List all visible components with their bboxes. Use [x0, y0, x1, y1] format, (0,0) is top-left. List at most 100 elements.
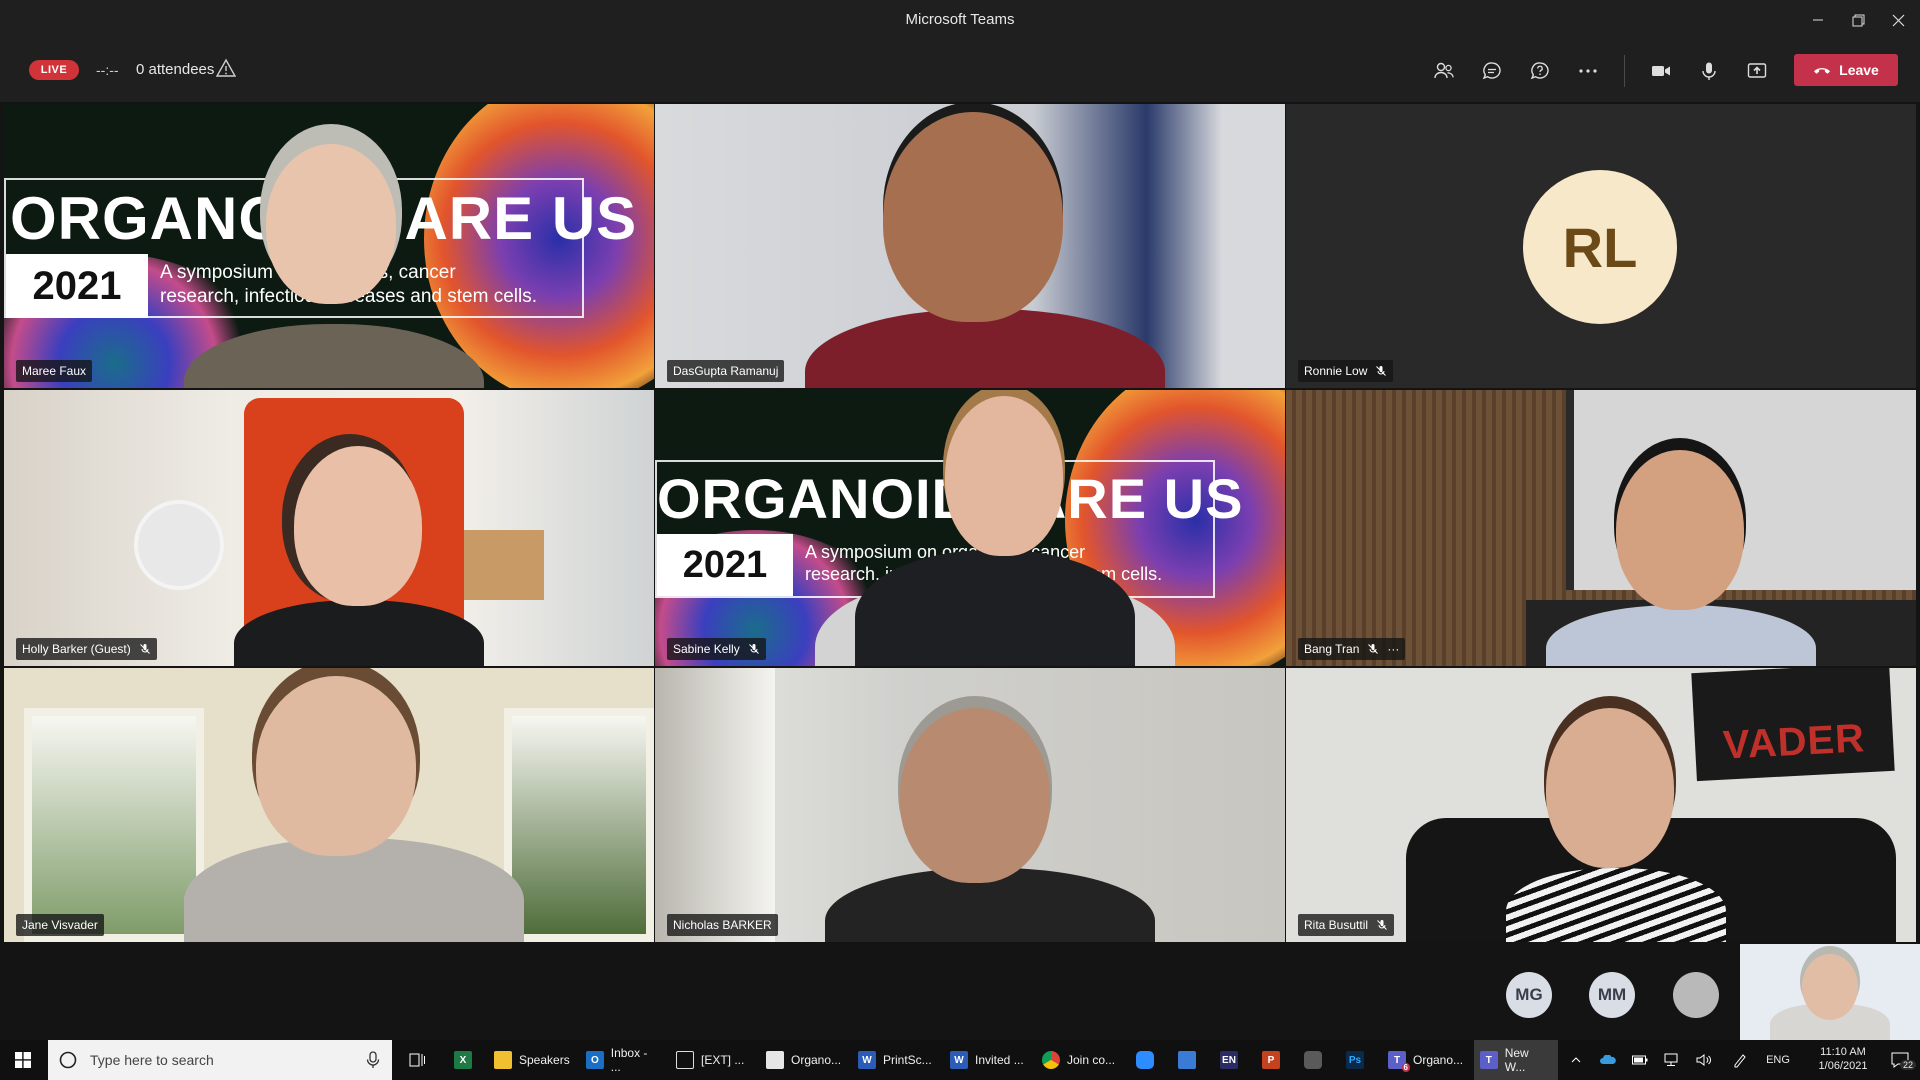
- search-placeholder: Type here to search: [90, 1052, 214, 1068]
- search-circle-icon: [59, 1051, 77, 1069]
- zoom-taskbar-button[interactable]: [1130, 1040, 1160, 1080]
- window: [504, 708, 654, 942]
- task-view-button[interactable]: [402, 1040, 432, 1080]
- taskbar-app-label: [EXT] ...: [701, 1053, 745, 1067]
- video-tile-holly-barker[interactable]: Holly Barker (Guest): [4, 390, 654, 666]
- endnote-taskbar-button[interactable]: EN: [1214, 1040, 1244, 1080]
- toolbar-divider: [1624, 55, 1625, 87]
- participant-name: Nicholas BARKER: [673, 918, 772, 932]
- taskbar-app-label: Organo...: [1413, 1053, 1464, 1067]
- taskbar-app-label: Organo...: [791, 1053, 842, 1067]
- volume-tray[interactable]: [1692, 1040, 1716, 1080]
- participants-button[interactable]: [1428, 56, 1460, 86]
- video-tile-nicholas-barker[interactable]: Nicholas BARKER: [655, 668, 1285, 942]
- pen-tray[interactable]: [1728, 1040, 1752, 1080]
- avatar[interactable]: [1673, 972, 1719, 1018]
- meeting-timer: --:--: [96, 62, 119, 78]
- chat-button[interactable]: [1476, 56, 1508, 86]
- taskbar-app-word-invited[interactable]: W Invited ...: [944, 1040, 1030, 1080]
- more-options-icon[interactable]: ···: [1387, 642, 1399, 656]
- camera-button[interactable]: [1645, 56, 1677, 86]
- microphone-icon[interactable]: [366, 1051, 380, 1069]
- self-head: [1802, 954, 1858, 1020]
- video-tile-sabine-kelly[interactable]: ORGANOIDS ARE US 2021 A symposium on org…: [655, 390, 1285, 666]
- video-tile-jane-visvader[interactable]: Jane Visvader: [4, 668, 654, 942]
- participant-name: Maree Faux: [22, 364, 87, 378]
- network-tray[interactable]: [1660, 1040, 1684, 1080]
- taskbar-app-teams-organoids[interactable]: T6 Organo...: [1382, 1040, 1470, 1080]
- share-button[interactable]: [1741, 56, 1773, 86]
- video-tile-maree-faux[interactable]: ORGANOIDS ARE US 2021 A symposium on org…: [4, 104, 654, 388]
- participant-name-tag: Ronnie Low: [1298, 360, 1394, 382]
- photoshop-taskbar-button[interactable]: Ps: [1340, 1040, 1370, 1080]
- window-title: Microsoft Teams: [905, 11, 1015, 28]
- taskbar-search[interactable]: Type here to search: [48, 1040, 392, 1080]
- powerpoint-taskbar-button[interactable]: P: [1256, 1040, 1286, 1080]
- video-grid: ORGANOIDS ARE US 2021 A symposium on org…: [0, 102, 1920, 942]
- participant-name-tag: Nicholas BARKER: [667, 914, 778, 936]
- video-tile-dasgupta-ramanuj[interactable]: DasGupta Ramanuj: [655, 104, 1285, 388]
- action-center-button[interactable]: 22: [1880, 1040, 1920, 1080]
- participant-name-tag: Sabine Kelly: [667, 638, 766, 660]
- taskbar-app-speakers[interactable]: Speakers: [488, 1040, 576, 1080]
- warning-icon[interactable]: [216, 58, 236, 78]
- leave-button[interactable]: Leave: [1794, 54, 1898, 86]
- microphone-button[interactable]: [1693, 56, 1725, 86]
- app-taskbar-button[interactable]: [1172, 1040, 1202, 1080]
- start-button[interactable]: [0, 1040, 46, 1080]
- tray-overflow-button[interactable]: [1566, 1040, 1586, 1080]
- excel-icon: X: [454, 1051, 472, 1069]
- clock[interactable]: 11:10 AM 1/06/2021: [1806, 1040, 1880, 1080]
- camera-app-taskbar-button[interactable]: [1298, 1040, 1328, 1080]
- video-tile-rita-busuttil[interactable]: VADER Rita Busuttil: [1286, 668, 1916, 942]
- participant-name-tag: Maree Faux: [16, 360, 93, 382]
- participant-name-tag: Bang Tran ···: [1298, 638, 1406, 660]
- curtain: [655, 668, 775, 942]
- word-icon: W: [950, 1051, 968, 1069]
- chat-icon: [1482, 62, 1501, 80]
- onedrive-tray[interactable]: [1596, 1040, 1620, 1080]
- self-view-video[interactable]: [1740, 944, 1920, 1040]
- chevron-up-icon: [1571, 1057, 1581, 1063]
- live-badge: LIVE: [29, 60, 79, 80]
- avatar: RL: [1523, 170, 1677, 324]
- mic-muted-icon: [1368, 644, 1379, 654]
- avatar[interactable]: MG: [1506, 972, 1552, 1018]
- endnote-icon: EN: [1220, 1051, 1238, 1069]
- excel-taskbar-button[interactable]: X: [448, 1040, 478, 1080]
- meeting-toolbar: LIVE --:-- 0 attendees Leave: [0, 40, 1920, 102]
- avatar[interactable]: MM: [1589, 972, 1635, 1018]
- taskbar-app-ext-mail[interactable]: [EXT] ...: [670, 1040, 754, 1080]
- qna-button[interactable]: [1524, 56, 1556, 86]
- title-bar: Microsoft Teams: [0, 0, 1920, 40]
- taskbar-app-label: PrintSc...: [883, 1053, 932, 1067]
- close-icon: [1892, 14, 1904, 26]
- close-button[interactable]: [1876, 0, 1920, 40]
- mic-muted-icon: [1377, 920, 1387, 930]
- taskbar-app-label: Speakers: [519, 1053, 570, 1067]
- restore-button[interactable]: [1836, 0, 1880, 40]
- taskbar-app-chrome-join[interactable]: Join co...: [1036, 1040, 1124, 1080]
- taskbar-app-outlook-inbox[interactable]: O Inbox - ...: [580, 1040, 666, 1080]
- language-indicator[interactable]: ENG: [1760, 1040, 1796, 1080]
- minimize-button[interactable]: [1796, 0, 1840, 40]
- taskbar-app-label: New W...: [1504, 1046, 1529, 1074]
- pen-icon: [1734, 1054, 1746, 1068]
- windows-taskbar: Type here to search X Speakers O Inbox -…: [0, 1040, 1920, 1080]
- taskbar-app-label: Join co...: [1067, 1053, 1116, 1067]
- teams-icon: T: [1480, 1051, 1498, 1069]
- more-actions-button[interactable]: [1572, 56, 1604, 86]
- video-tile-bang-tran[interactable]: Bang Tran ···: [1286, 390, 1916, 666]
- microphone-icon: [1702, 62, 1716, 80]
- zoom-icon: [1136, 1051, 1154, 1069]
- people-icon: [1434, 62, 1454, 79]
- battery-icon: [1632, 1055, 1648, 1065]
- participant-name-tag: DasGupta Ramanuj: [667, 360, 785, 382]
- battery-tray[interactable]: [1628, 1040, 1652, 1080]
- taskbar-app-organoids-calendar[interactable]: Organo...: [760, 1040, 848, 1080]
- participant-name: Bang Tran: [1304, 642, 1360, 656]
- network-icon: [1664, 1053, 1678, 1066]
- taskbar-app-teams-new-window[interactable]: T New W...: [1474, 1040, 1558, 1080]
- video-tile-ronnie-low[interactable]: RL Ronnie Low: [1286, 104, 1916, 388]
- taskbar-app-word-printsc[interactable]: W PrintSc...: [852, 1040, 940, 1080]
